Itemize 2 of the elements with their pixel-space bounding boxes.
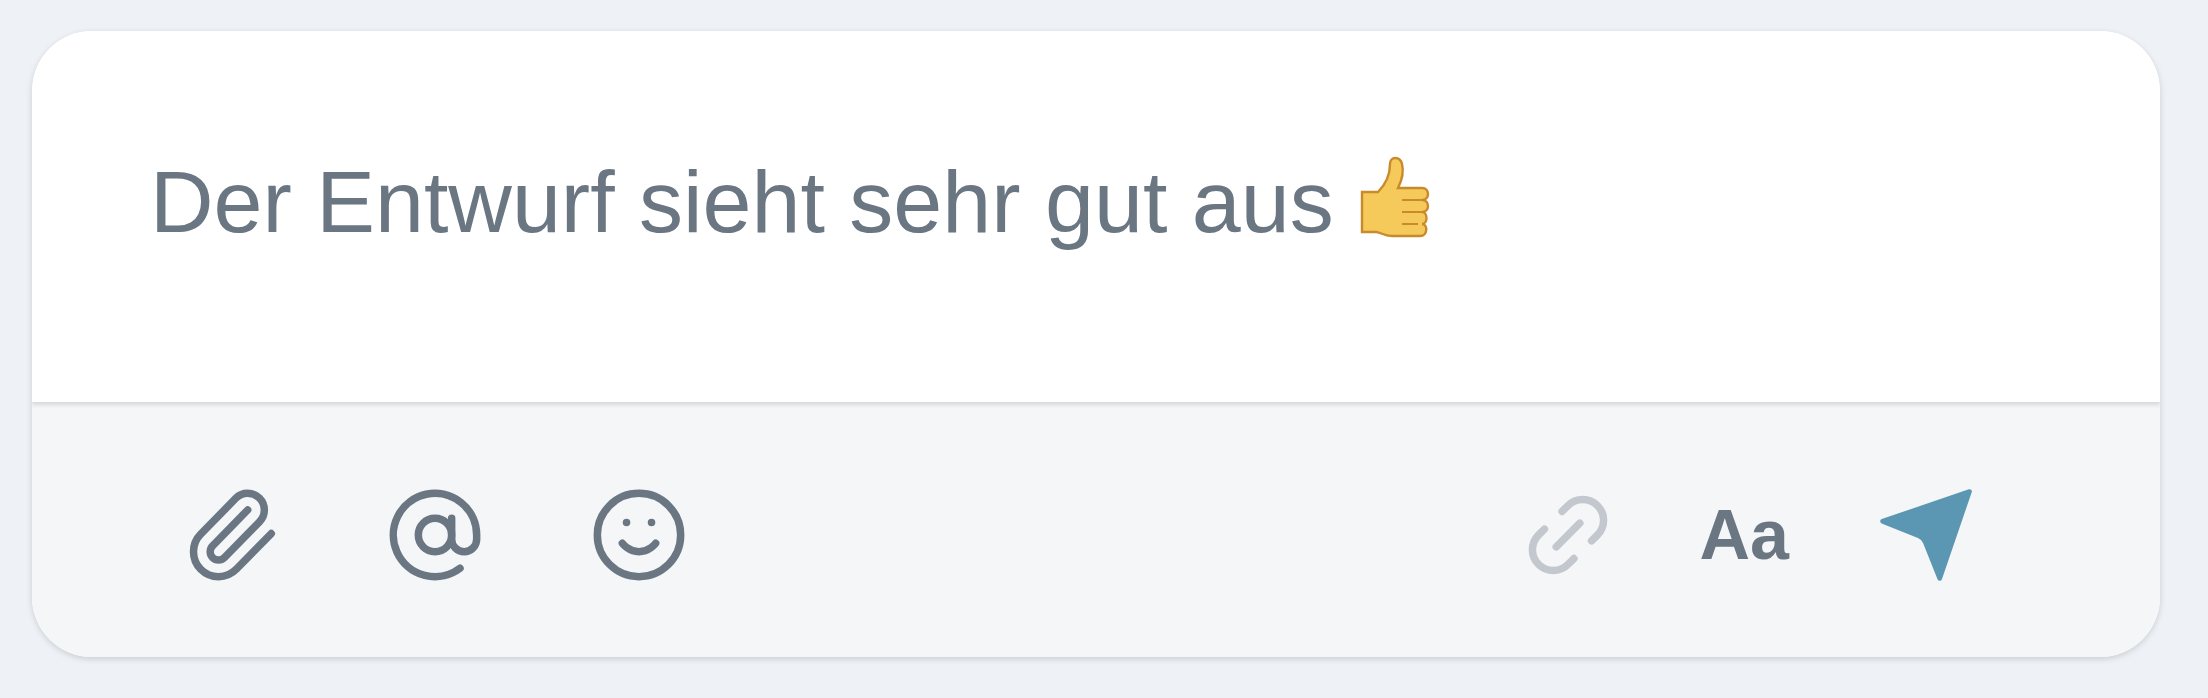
- message-text: Der Entwurf sieht sehr gut aus: [150, 150, 1334, 253]
- text-format-button[interactable]: Aa: [1691, 499, 1797, 570]
